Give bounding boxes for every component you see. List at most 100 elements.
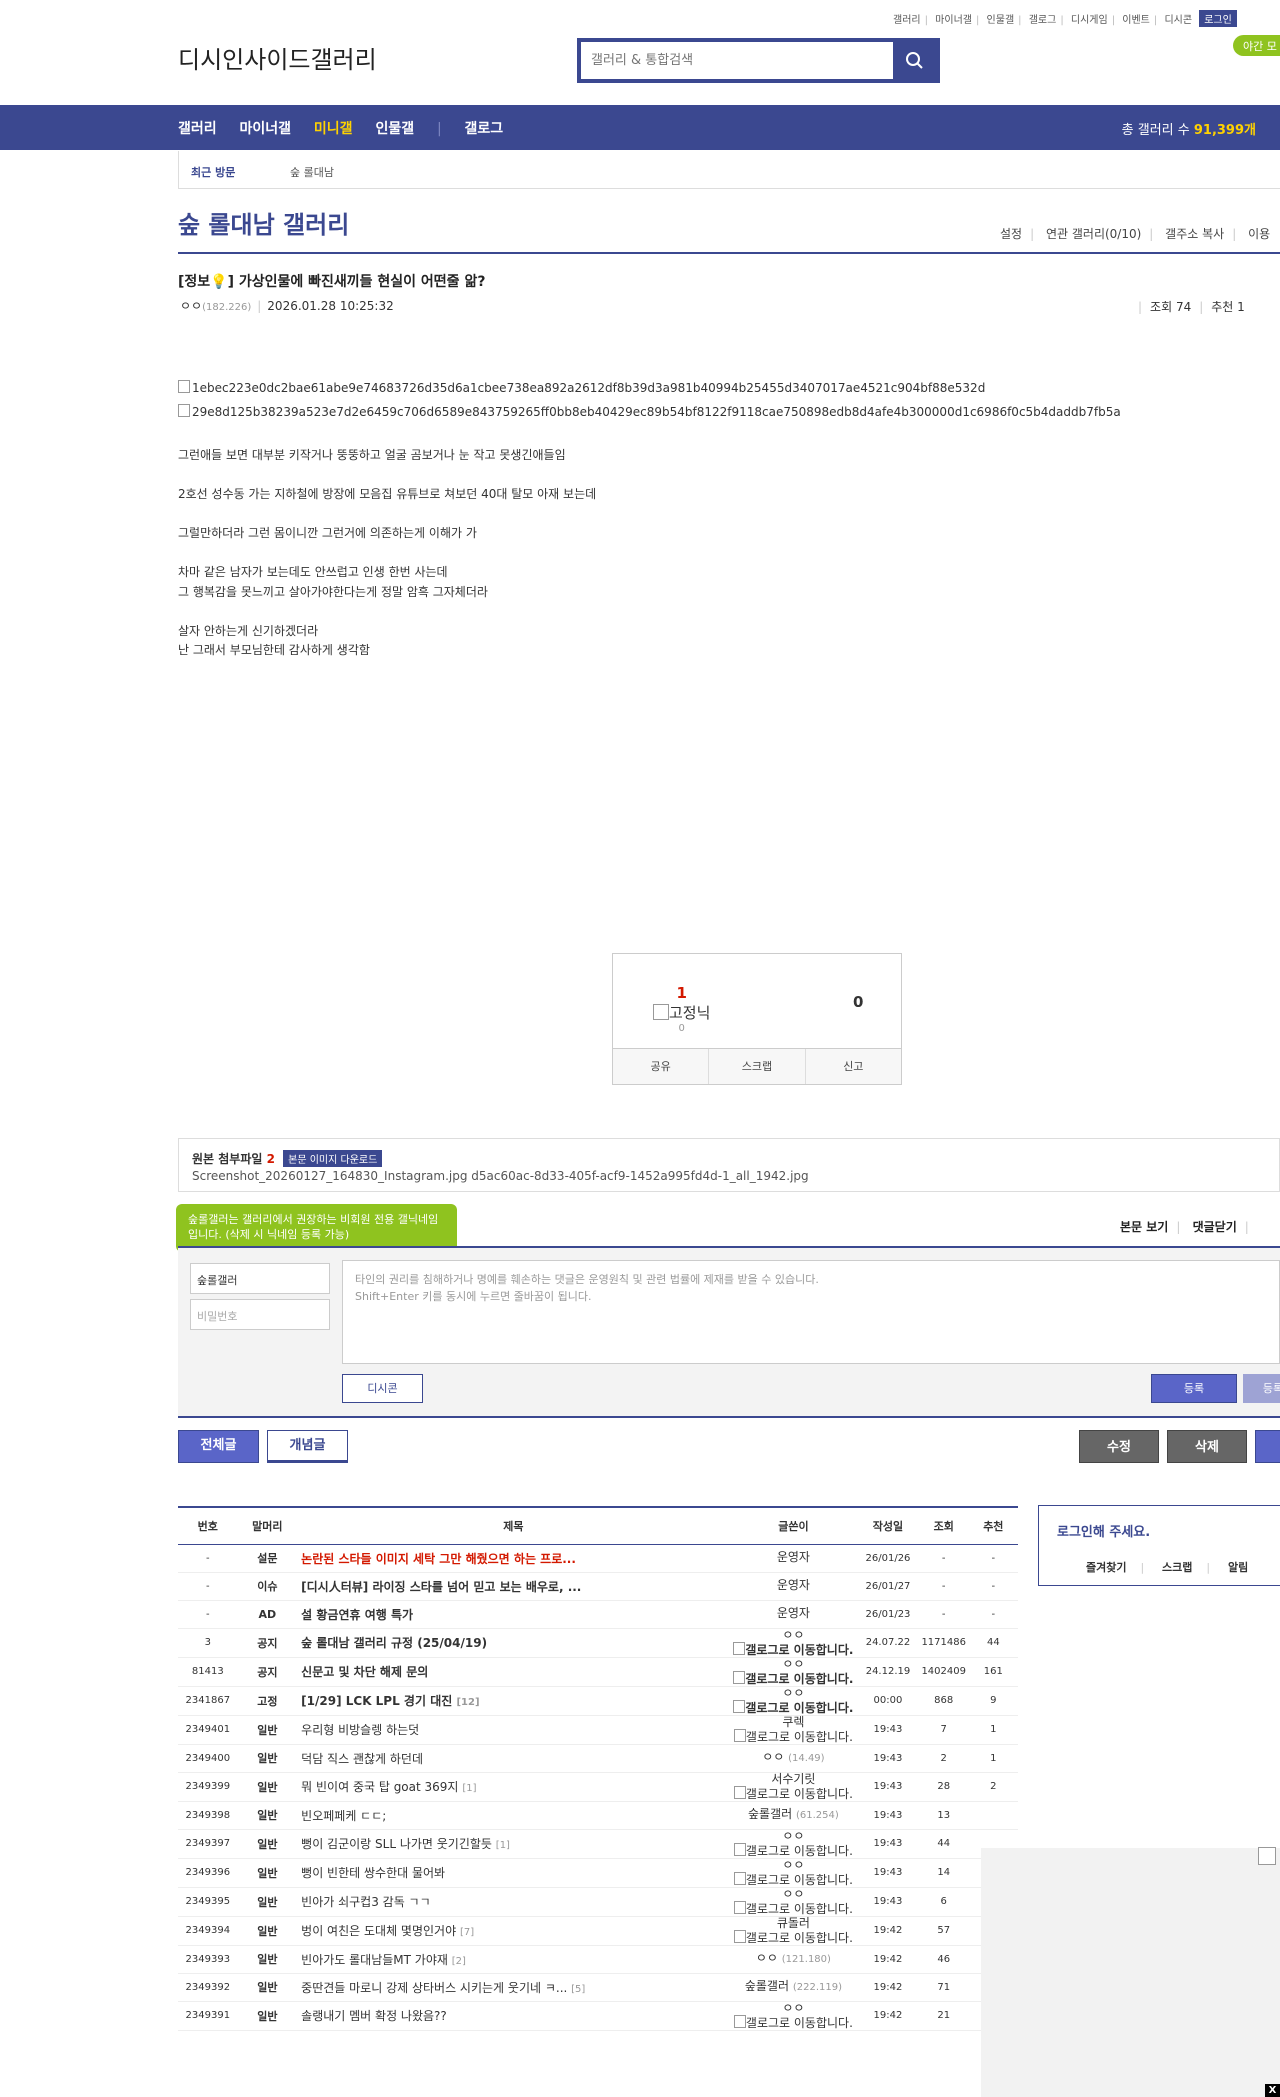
table-row[interactable]: 2349394 일반 벙이 여친은 도대체 몇명인거야 [7] 큐돌러 갤로그로 이동합…	[178, 1916, 1018, 1946]
table-row[interactable]: 2349398 일반 빈오페페케 ㄷㄷ; 숲롤갤러 (61.254) 19:43 13	[178, 1801, 1018, 1830]
gallog-link[interactable]: 갤로그로 이동합니다.	[732, 1901, 856, 1916]
post-link[interactable]: 솔랭내기 멤버 확정 나왔음??	[301, 2009, 447, 2023]
writer-name[interactable]: 큐돌러	[777, 1916, 810, 1930]
login-prompt[interactable]: 로그인해 주세요.	[1057, 1521, 1150, 1540]
post-link[interactable]: 뻥이 김군이랑 SLL 나가면 웃기긴할듯	[301, 1837, 492, 1851]
post-link[interactable]: 우리형 비방슬렝 하는덧	[301, 1723, 419, 1737]
close-icon[interactable]: X	[1265, 2084, 1280, 2097]
post-title-cell[interactable]: 뻥이 김군이랑 SLL 나가면 웃기긴할듯 [1]	[297, 1829, 730, 1859]
recent-label[interactable]: 최근 방문	[191, 164, 235, 180]
scrap-link[interactable]: 스크랩	[1162, 1561, 1192, 1574]
nav-person[interactable]: 인물갤	[375, 121, 414, 137]
table-row[interactable]: - AD 설 황금연휴 여행 특가 운영자 26/01/23- -	[178, 1600, 1018, 1629]
writer-name[interactable]: 운영자	[777, 1606, 810, 1620]
writer-name[interactable]: ㅇㅇ	[782, 1628, 804, 1642]
scrap-button[interactable]: 스크랩	[708, 1049, 804, 1084]
image-download-button[interactable]: 본문 이미지 다운로드	[283, 1150, 383, 1167]
table-row[interactable]: 2349395 일반 빈아가 쇠구컵3 감독 ㄱㄱ ㅇㅇ 갤로그로 이동합니다. 19:…	[178, 1887, 1018, 1917]
post-writer[interactable]: ㅇㅇ	[180, 299, 202, 313]
table-row[interactable]: - 이슈 [디시人터뷰] 라이징 스타를 넘어 믿고 보는 배우로, ... 운영자…	[178, 1572, 1018, 1601]
post-link[interactable]: 빈오페페케 ㄷㄷ;	[301, 1809, 386, 1823]
ad-banner[interactable]	[981, 1848, 1280, 2097]
top-menu-gallery[interactable]: 갤러리	[893, 15, 921, 26]
recommend-up-button[interactable]: 1 고정닉 0	[653, 984, 710, 1034]
writer-name[interactable]: ㅇㅇ	[782, 1657, 804, 1671]
nav-gallery[interactable]: 갤러리	[178, 121, 217, 137]
top-menu-dccon[interactable]: 디시콘	[1164, 15, 1192, 26]
writer-name[interactable]: ㅇㅇ	[756, 1951, 778, 1965]
related-galleries[interactable]: 연관 갤러리(0/10)	[1046, 227, 1141, 241]
favorites-link[interactable]: 즐겨찾기	[1086, 1561, 1126, 1574]
post-link[interactable]: 벙이 여친은 도대체 몇명인거야	[301, 1924, 456, 1938]
post-link[interactable]: 뭐 빈이여 중국 탑 goat 369지	[301, 1780, 458, 1794]
post-link[interactable]: 논란된 스타들 이미지 세탁 그만 해줬으면 하는 프로...	[301, 1552, 576, 1566]
recent-item[interactable]: 숲 롤대남	[290, 164, 334, 180]
login-button[interactable]: 로그인	[1199, 10, 1237, 27]
table-row[interactable]: 2341867 고정 [1/29] LCK LPL 경기 대진 [12] ㅇㅇ 갤로그로…	[178, 1686, 1018, 1716]
post-title-cell[interactable]: [1/29] LCK LPL 경기 대진 [12]	[297, 1686, 730, 1716]
writer-name[interactable]: 서수기릿	[771, 1772, 815, 1786]
table-row[interactable]: 81413 공지 신문고 및 차단 해제 문의 ㅇㅇ 갤로그로 이동합니다. 24.12…	[178, 1657, 1018, 1687]
table-row[interactable]: 2349400 일반 덕담 직스 괜찮게 하던데 ㅇㅇ (14.49) 19:43 2 1	[178, 1744, 1018, 1773]
table-row[interactable]: 2349392 일반 중딴견들 마로니 강제 상타버스 시키는게 웃기네 ㅋ... …	[178, 1973, 1018, 2002]
top-menu-game[interactable]: 디시게임	[1071, 15, 1108, 26]
table-row[interactable]: 2349399 일반 뭐 빈이여 중국 탑 goat 369지 [1] 서수기릿 갤로그…	[178, 1772, 1018, 1802]
search-input[interactable]	[581, 42, 891, 79]
gallog-link[interactable]: 갤로그로 이동합니다.	[732, 1729, 856, 1744]
writer-name[interactable]: 숲롤갤러	[748, 1807, 792, 1821]
post-title-cell[interactable]: 우리형 비방슬렝 하는덧	[297, 1715, 730, 1745]
post-title-cell[interactable]: 벙이 여친은 도대체 몇명인거야 [7]	[297, 1916, 730, 1946]
post-title-cell[interactable]: 뻥이 빈한테 쌍수한대 물어봐	[297, 1858, 730, 1888]
reply-count[interactable]: [12]	[456, 1697, 479, 1708]
post-title-cell[interactable]: 뭐 빈이여 중국 탑 goat 369지 [1]	[297, 1772, 730, 1802]
post-title-cell[interactable]: 빈오페페케 ㄷㄷ;	[297, 1801, 730, 1830]
post-title-cell[interactable]: 신문고 및 차단 해제 문의	[297, 1657, 730, 1687]
dccon-button[interactable]: 디시콘	[342, 1374, 423, 1403]
reply-count[interactable]: [1]	[462, 1783, 476, 1794]
post-title-cell[interactable]: [디시人터뷰] 라이징 스타를 넘어 믿고 보는 배우로, ...	[297, 1572, 730, 1601]
gallog-link[interactable]: 갤로그로 이동합니다.	[732, 1930, 856, 1945]
top-menu-person[interactable]: 인물갤	[987, 15, 1015, 26]
search-button[interactable]	[893, 42, 936, 79]
writer-name[interactable]: ㅇㅇ	[782, 2001, 804, 2015]
writer-name[interactable]: ㅇㅇ	[782, 1686, 804, 1700]
nav-mini[interactable]: 미니갤	[314, 121, 353, 137]
post-link[interactable]: 중딴견들 마로니 강제 상타버스 시키는게 웃기네 ㅋ...	[301, 1981, 567, 1995]
nav-gallog[interactable]: 갤로그	[465, 121, 504, 137]
attach-files[interactable]: Screenshot_20260127_164830_Instagram.jpg…	[192, 1169, 809, 1183]
register-recommend-button[interactable]: 등록	[1243, 1374, 1280, 1403]
password-field[interactable]: 비밀번호	[190, 1299, 330, 1330]
ad-image-icon[interactable]	[1258, 1847, 1276, 1865]
table-row[interactable]: 2349393 일반 빈아가도 롤대남들MT 가야재 [2] ㅇㅇ (121.180)…	[178, 1945, 1018, 1974]
table-row[interactable]: - 설문 논란된 스타들 이미지 세탁 그만 해줬으면 하는 프로... 운영자 2…	[178, 1544, 1018, 1573]
reply-count[interactable]: [1]	[496, 1840, 510, 1851]
top-menu-minor[interactable]: 마이너갤	[935, 15, 972, 26]
view-body-button[interactable]: 본문 보기	[1120, 1220, 1168, 1234]
close-comments-button[interactable]: 댓글닫기	[1193, 1220, 1237, 1234]
post-title-cell[interactable]: 논란된 스타들 이미지 세탁 그만 해줬으면 하는 프로...	[297, 1544, 730, 1573]
table-row[interactable]: 3 공지 숲 롤대남 갤러리 규정 (25/04/19) ㅇㅇ 갤로그로 이동합니다.…	[178, 1628, 1018, 1658]
writer-name[interactable]: ㅇㅇ	[762, 1750, 784, 1764]
post-title-cell[interactable]: 중딴견들 마로니 강제 상타버스 시키는게 웃기네 ㅋ... [5]	[297, 1973, 730, 2002]
reply-count[interactable]: [7]	[460, 1927, 474, 1938]
post-title-cell[interactable]: 빈아가 쇠구컵3 감독 ㄱㄱ	[297, 1887, 730, 1917]
delete-button[interactable]: 삭제	[1167, 1430, 1247, 1463]
nickname-field[interactable]: 숲롤갤러	[190, 1263, 330, 1294]
gallog-link[interactable]: 갤로그로 이동합니다.	[732, 1786, 856, 1801]
post-link[interactable]: [디시人터뷰] 라이징 스타를 넘어 믿고 보는 배우로, ...	[301, 1580, 581, 1594]
gallog-link[interactable]: 갤로그로 이동합니다.	[732, 1872, 856, 1887]
gallery-settings[interactable]: 설정	[1000, 227, 1022, 241]
gallog-link[interactable]: 갤로그로 이동합니다.	[732, 1642, 856, 1657]
gallog-link[interactable]: 갤로그로 이동합니다.	[732, 1700, 856, 1715]
report-button[interactable]: 신고	[804, 1049, 901, 1084]
writer-name[interactable]: ㅇㅇ	[782, 1887, 804, 1901]
gallog-link[interactable]: 갤로그로 이동합니다.	[732, 1843, 856, 1858]
gallog-link[interactable]: 갤로그로 이동합니다.	[732, 1671, 856, 1686]
post-link[interactable]: 설 황금연휴 여행 특가	[301, 1608, 413, 1622]
register-button[interactable]: 등록	[1151, 1374, 1237, 1403]
writer-name[interactable]: 숲롤갤러	[745, 1979, 789, 1993]
writer-name[interactable]: ㅇㅇ	[782, 1829, 804, 1843]
top-menu-gallog[interactable]: 갤로그	[1029, 15, 1057, 26]
gallery-title[interactable]: 숲 롤대남 갤러리	[178, 205, 349, 240]
gallery-usage[interactable]: 이용	[1248, 227, 1270, 241]
